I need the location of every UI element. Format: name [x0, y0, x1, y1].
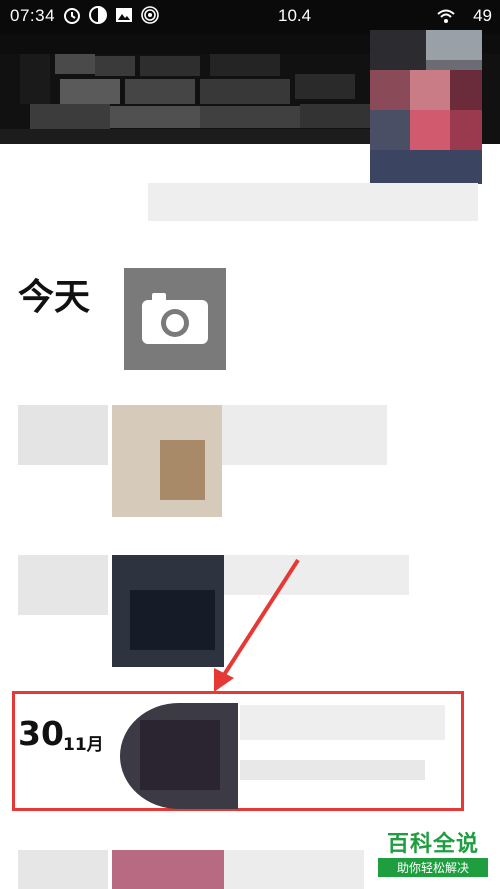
post-image-1-detail	[160, 440, 205, 500]
hotspot-icon	[141, 6, 159, 24]
post-caption-partial	[224, 850, 364, 889]
camera-button[interactable]	[124, 268, 226, 370]
entry-text-placeholder	[240, 705, 445, 740]
profile-avatar[interactable]	[370, 30, 482, 184]
network-speed: 10.4	[278, 6, 312, 25]
post-caption-placeholder-2	[224, 555, 409, 595]
signature-placeholder	[148, 183, 478, 221]
entry-month: 11月	[63, 735, 104, 755]
post-row-partial	[18, 850, 108, 889]
post-caption-placeholder	[222, 405, 387, 465]
entry-day: 30	[18, 714, 64, 753]
post-image-partial	[112, 850, 224, 889]
entry-thumbnail-detail	[140, 720, 220, 790]
watermark: 百科全说 助你轻松解决	[378, 826, 488, 877]
status-bar: 07:34 10.4 49	[0, 0, 500, 34]
watermark-subtitle: 助你轻松解决	[378, 858, 488, 877]
image-icon	[116, 8, 132, 22]
alarm-icon	[64, 8, 80, 24]
status-icons	[62, 5, 160, 25]
camera-icon	[142, 293, 208, 344]
half-circle-icon	[89, 6, 107, 24]
status-time: 07:34	[10, 6, 56, 25]
post-image-2-detail	[130, 590, 215, 650]
post-text-placeholder	[18, 405, 108, 465]
entry-text-placeholder-2	[240, 760, 425, 780]
watermark-title: 百科全说	[386, 832, 479, 857]
today-label: 今天	[18, 277, 91, 318]
status-right-icons	[436, 6, 456, 26]
wifi-icon	[437, 9, 455, 23]
battery-level: 49	[473, 6, 492, 25]
post-text-placeholder-2	[18, 555, 108, 615]
